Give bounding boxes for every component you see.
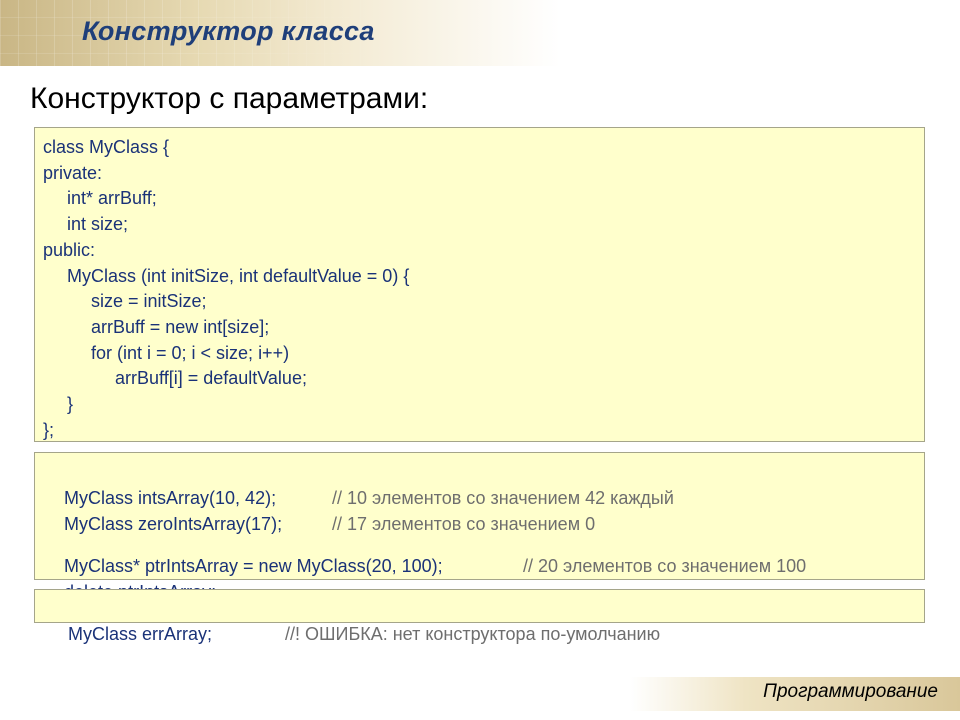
usage-line: MyClass intsArray(10, 42);// 10 элементо…	[35, 459, 924, 508]
slide-subtitle: Конструктор с параметрами:	[30, 82, 429, 115]
class-definition-code-block: class MyClass { private: int* arrBuff; i…	[34, 127, 925, 442]
error-code: MyClass errArray;	[68, 624, 213, 644]
code-line: }	[67, 394, 74, 415]
error-line: MyClass errArray; //! ОШИБКА: нет констру…	[35, 595, 924, 644]
usage-line: delete ptrIntsArray;	[35, 553, 924, 602]
code-line: class MyClass {	[43, 137, 170, 157]
code-line: int* arrBuff;	[67, 188, 157, 209]
slide-title: Конструктор класса	[82, 16, 375, 46]
code-line: int size;	[67, 214, 129, 235]
code-line: MyClass (int initSize, int defaultValue …	[67, 265, 410, 286]
code-line: private:	[43, 162, 103, 183]
code-line: for (int i = 0; i < size; i++)	[91, 342, 290, 363]
code-line: public:	[43, 239, 96, 260]
usage-line: MyClass zeroIntsArray(17);// 17 элементо…	[35, 485, 924, 534]
usage-line: MyClass* ptrIntsArray = new MyClass(20, …	[35, 527, 924, 576]
code-line: arrBuff = new int[size];	[91, 316, 270, 337]
code-line: };	[43, 419, 55, 440]
code-line: size = initSize;	[91, 291, 207, 312]
footer-label: Программирование	[763, 681, 938, 702]
code-line: arrBuff[i] = defaultValue;	[115, 368, 307, 389]
error-comment: //! ОШИБКА: нет конструктора по-умолчани…	[285, 624, 661, 644]
error-code-block: MyClass errArray; //! ОШИБКА: нет констру…	[34, 589, 925, 644]
usage-code-block: MyClass intsArray(10, 42);// 10 элементо…	[34, 452, 925, 602]
